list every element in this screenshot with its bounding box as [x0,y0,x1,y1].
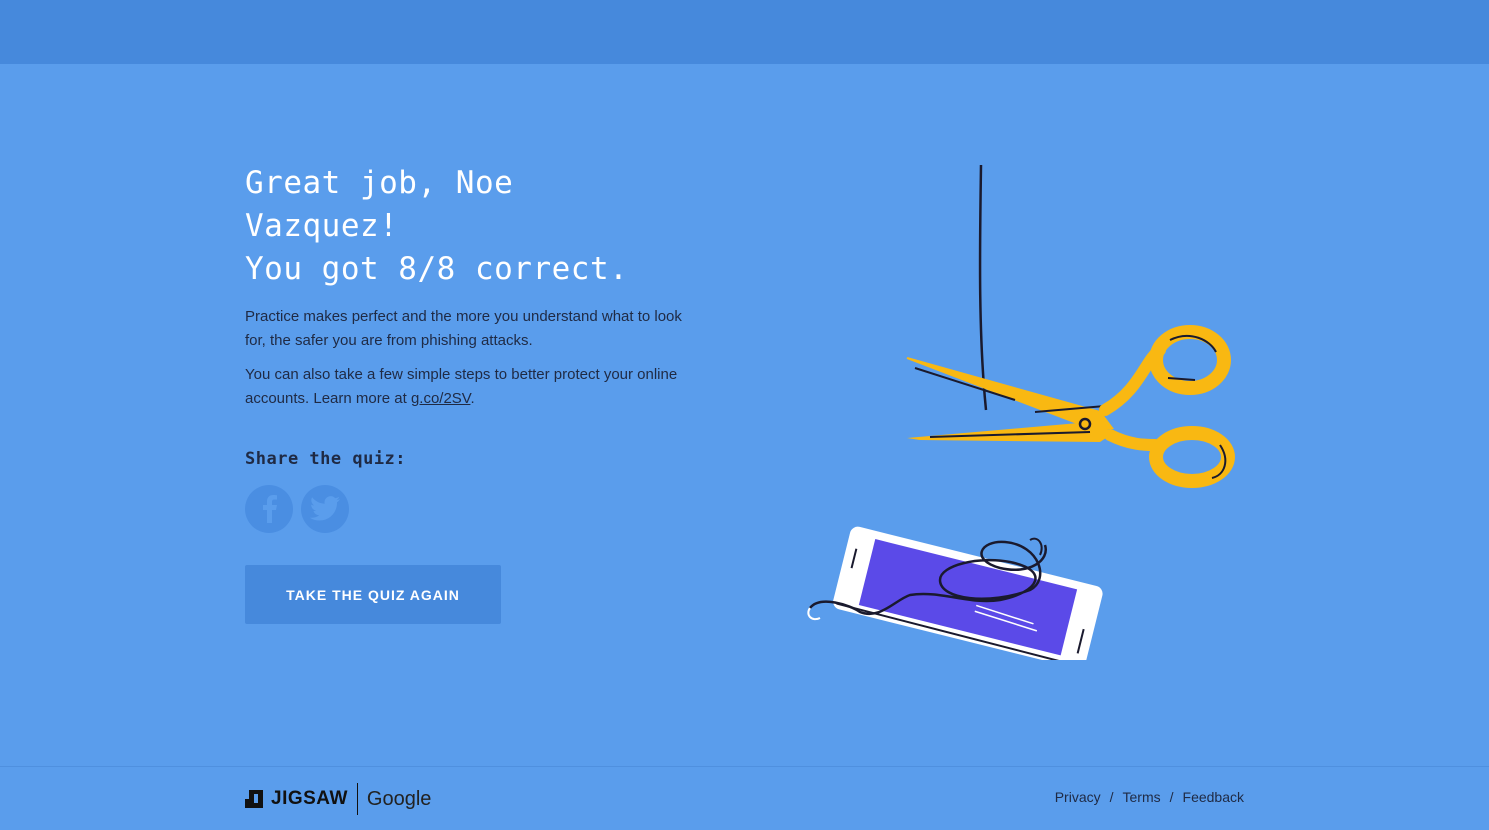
brand-lockup: JIGSAW Google [245,783,431,815]
jigsaw-logo-text: JIGSAW [271,788,348,809]
facebook-share-button[interactable] [245,485,293,533]
twitter-share-button[interactable] [301,485,349,533]
footer-separator: / [1169,789,1174,805]
learn-more-link[interactable]: g.co/2SV [411,390,471,407]
privacy-link[interactable]: Privacy [1055,789,1101,805]
phishing-illustration [800,160,1240,669]
twitter-icon [310,496,340,521]
learn-more-period: . [470,390,475,407]
headline-line-greeting: Great job, Noe [245,165,514,201]
top-bar [0,0,1489,64]
brand-divider [356,783,358,815]
terms-link[interactable]: Terms [1123,789,1161,805]
headline-line-name: Vazquez! [245,208,399,244]
scissors-cutting-line-image [807,164,1235,669]
headline-line-score: You got 8/8 correct. [245,251,629,287]
footer-links: Privacy / Terms / Feedback [1055,789,1244,805]
google-logo-text: Google [366,787,432,810]
take-quiz-again-button[interactable]: TAKE THE QUIZ AGAIN [245,565,501,624]
share-title: Share the quiz: [245,449,407,469]
practice-paragraph: Practice makes perfect and the more you … [245,308,682,349]
facebook-icon [263,495,277,523]
result-headline: Great job, Noe Vazquez! You got 8/8 corr… [245,162,685,291]
footer: JIGSAW Google Privacy / Terms / Feedback [0,766,1489,830]
result-panel: Great job, Noe Vazquez! You got 8/8 corr… [245,162,685,624]
footer-separator: / [1109,789,1114,805]
jigsaw-logo-icon [245,790,263,808]
share-buttons [245,485,685,533]
learn-more-paragraph: You can also take a few simple steps to … [245,363,685,411]
feedback-link[interactable]: Feedback [1183,789,1244,805]
